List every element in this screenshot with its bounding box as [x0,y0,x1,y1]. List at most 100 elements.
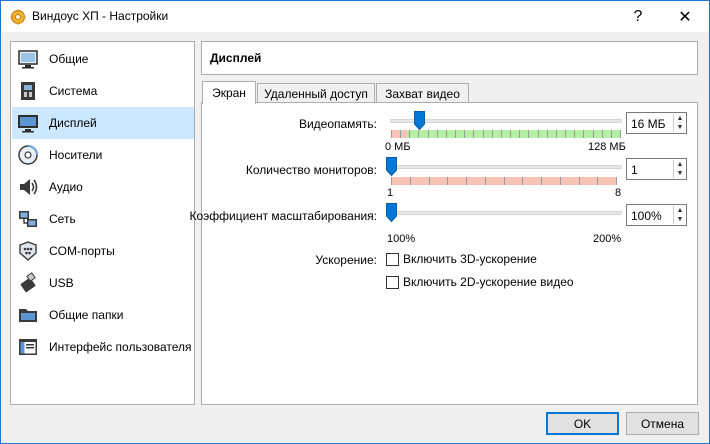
monitor-count-slider-thumb[interactable] [386,157,397,176]
scale-tick [547,130,548,138]
sidebar-item-label: Общие папки [49,308,124,322]
spin-buttons: ▲ ▼ [673,206,685,224]
window-title: Виндоус ХП - Настройки [32,9,169,23]
tab-screen[interactable]: Экран [202,81,256,104]
scale-tick [620,130,621,138]
scale-factor-slider[interactable] [390,211,622,215]
scale-tick [510,130,511,138]
sidebar-item-label: Система [49,84,98,98]
scale-tick [597,177,598,185]
help-button[interactable]: ? [615,1,661,32]
spin-up-icon[interactable]: ▲ [674,206,686,215]
scale-tick [466,177,467,185]
video-memory-slider-thumb[interactable] [414,111,425,130]
scale-tick [556,130,557,138]
monitor-count-spinbox[interactable]: 1 ▲ ▼ [626,158,687,180]
close-icon: ✕ [678,8,692,26]
video-memory-spinbox[interactable]: 16 МБ ▲ ▼ [626,112,687,134]
sidebar-item-audio[interactable]: Аудио [12,171,194,203]
scale-tick [565,130,566,138]
tab-recording[interactable]: Захват видео [376,83,469,103]
scale-tick [541,177,542,185]
sidebar-item-label: Сеть [49,212,76,226]
scale-tick [410,177,411,185]
acceleration-label: Ускорение: [315,253,377,267]
sidebar-item-usb[interactable]: USB [12,267,194,299]
scale-tick [504,177,505,185]
scale-tick [485,177,486,185]
video-memory-max-label: 128 МБ [588,141,626,153]
scale-factor-label: Коэффициент масштабирования: [189,209,377,223]
sidebar-item-label: Дисплей [49,116,97,130]
sidebar-item-system[interactable]: Система [12,75,194,107]
monitor-count-min-label: 1 [387,187,394,199]
scale-tick [391,130,392,138]
cancel-button[interactable]: Отмена [626,412,699,435]
video-memory-label: Видеопамять: [298,117,377,131]
monitor-count-slider[interactable] [390,165,622,169]
scale-tick [522,177,523,185]
spin-up-icon[interactable]: ▲ [674,114,686,123]
scale-tick [574,130,575,138]
motherboard-icon [21,82,35,100]
scale-tick [611,130,612,138]
sidebar-item-label: Интерфейс пользователя [49,340,192,354]
sidebar-item-user-interface[interactable]: Интерфейс пользователя [12,331,194,363]
sidebar-item-display[interactable]: Дисплей [12,107,194,139]
monitor-count-label: Количество мониторов: [245,163,377,177]
checkbox-box[interactable] [386,275,399,289]
spin-up-icon[interactable]: ▲ [674,160,686,169]
scale-tick [501,130,502,138]
sidebar-item-general[interactable]: Общие [12,43,194,75]
scale-tick [391,177,392,185]
tab-label: Экран [212,86,246,100]
tab-label: Удаленный доступ [264,86,368,101]
tab-remote-display[interactable]: Удаленный доступ [257,83,375,103]
app-gear-icon [10,9,26,25]
cancel-button-label: Отмена [640,416,685,431]
scale-factor-slider-thumb[interactable] [386,203,397,222]
scale-tick [429,177,430,185]
spin-down-icon[interactable]: ▼ [674,123,686,132]
title-bar[interactable]: Виндоус ХП - Настройки ? ✕ [1,1,709,32]
close-button[interactable]: ✕ [662,1,708,32]
display-icon [18,115,38,133]
sidebar-item-network[interactable]: Сеть [12,203,194,235]
enable-3d-acceleration-checkbox[interactable]: Включить 3D-ускорение [386,251,537,267]
spin-down-icon[interactable]: ▼ [674,169,686,178]
tab-label: Захват видео [385,86,460,101]
scale-tick [455,130,456,138]
scale-tick [519,130,520,138]
help-icon: ? [633,7,643,25]
sidebar-item-serial-ports[interactable]: COM-порты [12,235,194,267]
scale-tick [447,177,448,185]
scale-tick [437,130,438,138]
scale-tick [538,130,539,138]
scale-tick [560,177,561,185]
ok-button[interactable]: OK [546,412,619,435]
scale-factor-max-label: 200% [593,233,622,245]
sidebar-item-label: COM-порты [49,244,115,258]
scale-tick [602,130,603,138]
monitor-count-max-label: 8 [615,187,622,199]
spin-buttons: ▲ ▼ [673,160,685,178]
scale-tick [428,130,429,138]
scale-factor-spinbox[interactable]: 100% ▲ ▼ [626,204,687,226]
scale-tick [483,130,484,138]
monitor-count-value: 1 [631,163,638,177]
settings-category-list: Общие Система Дисплей Носители Аудио Сет… [10,41,195,405]
spin-down-icon[interactable]: ▼ [674,215,686,224]
sidebar-item-label: Носители [49,148,103,162]
speaker-icon [20,179,38,195]
scale-factor-value: 100% [631,209,662,223]
sidebar-item-storage[interactable]: Носители [12,139,194,171]
sidebar-item-shared-folders[interactable]: Общие папки [12,299,194,331]
checkbox-box[interactable] [386,252,399,266]
enable-2d-video-acceleration-checkbox[interactable]: Включить 2D-ускорение видео [386,274,574,290]
scale-factor-scale [391,222,621,230]
disk-icon [18,145,38,165]
checkbox-label: Включить 2D-ускорение видео [403,275,574,289]
scale-tick [579,177,580,185]
scale-tick [473,130,474,138]
network-icon [19,211,37,227]
